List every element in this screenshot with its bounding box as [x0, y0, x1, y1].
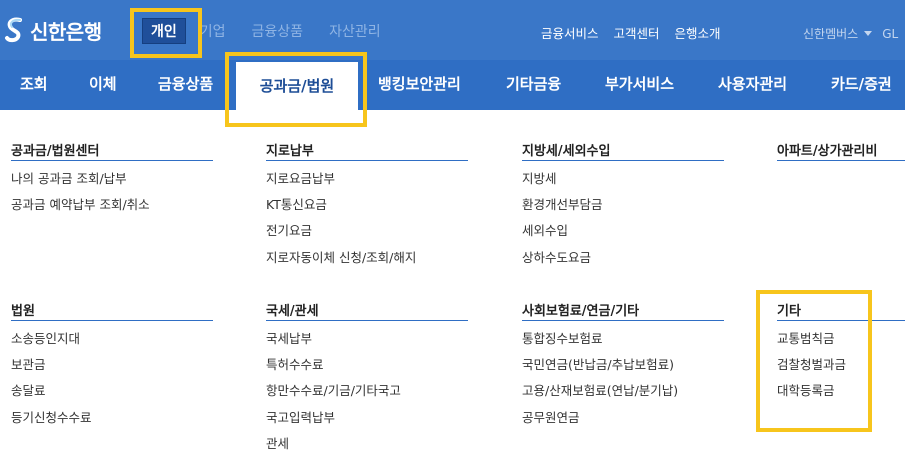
menu-item[interactable]: 지방세	[522, 170, 724, 196]
link-customer-center[interactable]: 고객센터	[614, 23, 660, 42]
section-title: 지방세/세외수입	[522, 140, 724, 161]
menu-item[interactable]: 공무원연금	[522, 409, 724, 435]
section-utility-center: 공과금/법원센터 나의 공과금 조회/납부 공과금 예약납부 조회/취소	[11, 140, 213, 222]
section-apartment-fee: 아파트/상가관리비	[777, 140, 905, 161]
menu-item[interactable]: 항만수수료/기금/기타국고	[266, 382, 468, 408]
section-social-insurance: 사회보험료/연금/기타 통합징수보험료 국민연금(반납금/추납보험료) 고용/산…	[522, 300, 724, 435]
menu-item[interactable]: 송달료	[11, 382, 213, 408]
section-court: 법원 소송등인지대 보관금 송달료 등기신청수수료	[11, 300, 213, 435]
section-national-tax: 국세/관세 국세납부 특허수수료 항만수수료/기금/기타국고 국고입력납부 관세	[266, 300, 468, 461]
section-title: 사회보험료/연금/기타	[522, 300, 724, 321]
nav-user-management[interactable]: 사용자관리	[718, 60, 787, 110]
menu-item[interactable]: 검찰청벌과금	[777, 356, 905, 382]
menu-item[interactable]: 대학등록금	[777, 382, 905, 408]
customer-type-tabs: 개인 기업 금융상품 자산관리	[142, 18, 407, 44]
menu-item[interactable]: 등기신청수수료	[11, 409, 213, 435]
menu-item[interactable]: 국민연금(반납금/추납보험료)	[522, 356, 724, 382]
chevron-down-icon	[864, 31, 873, 36]
members-label: 신한멤버스	[803, 27, 859, 41]
menu-item[interactable]: 소송등인지대	[11, 330, 213, 356]
menu-item[interactable]: 지로요금납부	[266, 170, 468, 196]
nav-transfer[interactable]: 이체	[89, 60, 117, 110]
menu-item[interactable]: 전기요금	[266, 222, 468, 248]
nav-card-securities[interactable]: 카드/증권	[831, 60, 892, 110]
menu-item[interactable]: 특허수수료	[266, 356, 468, 382]
link-about-bank[interactable]: 은행소개	[675, 23, 721, 42]
brand-name: 신한은행	[30, 19, 102, 44]
menu-item[interactable]: 지로자동이체 신청/조회/해지	[266, 249, 468, 275]
tab-financial-products[interactable]: 금융상품	[252, 21, 304, 41]
members-extra: GL	[882, 26, 899, 41]
tab-personal[interactable]: 개인	[142, 18, 186, 44]
utility-links: 금융서비스 고객센터 은행소개	[541, 23, 736, 42]
nav-inquiry[interactable]: 조회	[20, 60, 48, 110]
members-dropdown[interactable]: 신한멤버스 GL	[803, 25, 898, 42]
menu-item[interactable]: 나의 공과금 조회/납부	[11, 170, 213, 196]
link-financial-services[interactable]: 금융서비스	[541, 23, 599, 42]
section-title: 지로납부	[266, 140, 468, 161]
menu-item[interactable]: 고용/산재보험료(연납/분기납)	[522, 382, 724, 408]
nav-banking-security[interactable]: 뱅킹보안관리	[378, 60, 461, 110]
menu-item[interactable]: 상하수도요금	[522, 249, 724, 275]
brand-logo[interactable]: 신한은행	[4, 16, 102, 44]
section-giro: 지로납부 지로요금납부 KT통신요금 전기요금 지로자동이체 신청/조회/해지	[266, 140, 468, 275]
nav-utility-court[interactable]: 공과금/법원	[236, 62, 358, 114]
menu-item[interactable]: KT통신요금	[266, 196, 468, 222]
section-title[interactable]: 아파트/상가관리비	[777, 140, 905, 161]
menu-item[interactable]: 공과금 예약납부 조회/취소	[11, 196, 213, 222]
menu-item[interactable]: 관세	[266, 435, 468, 461]
section-title: 기타	[777, 300, 905, 321]
section-title: 공과금/법원센터	[11, 140, 213, 161]
section-title: 국세/관세	[266, 300, 468, 321]
nav-other-finance[interactable]: 기타금융	[506, 60, 561, 110]
nav-products[interactable]: 금융상품	[158, 60, 213, 110]
menu-item[interactable]: 환경개선부담금	[522, 196, 724, 222]
section-local-tax: 지방세/세외수입 지방세 환경개선부담금 세외수입 상하수도요금	[522, 140, 724, 275]
menu-item[interactable]: 교통범칙금	[777, 330, 905, 356]
main-nav: 조회 이체 금융상품 공과금/법원 뱅킹보안관리 기타금융 부가서비스 사용자관…	[0, 60, 905, 114]
menu-item[interactable]: 통합징수보험료	[522, 330, 724, 356]
section-title: 법원	[11, 300, 213, 321]
section-other: 기타 교통범칙금 검찰청벌과금 대학등록금	[777, 300, 905, 409]
tab-asset-management[interactable]: 자산관리	[329, 21, 381, 41]
nav-additional-services[interactable]: 부가서비스	[605, 60, 674, 110]
menu-item[interactable]: 국세납부	[266, 330, 468, 356]
menu-item[interactable]: 국고입력납부	[266, 409, 468, 435]
top-bar: 신한은행 개인 기업 금융상품 자산관리 금융서비스 고객센터 은행소개 신한멤…	[0, 0, 905, 60]
shinhan-logo-icon	[4, 17, 26, 43]
menu-item[interactable]: 세외수입	[522, 222, 724, 248]
tab-corporate[interactable]: 기업	[200, 21, 226, 41]
menu-item[interactable]: 보관금	[11, 356, 213, 382]
